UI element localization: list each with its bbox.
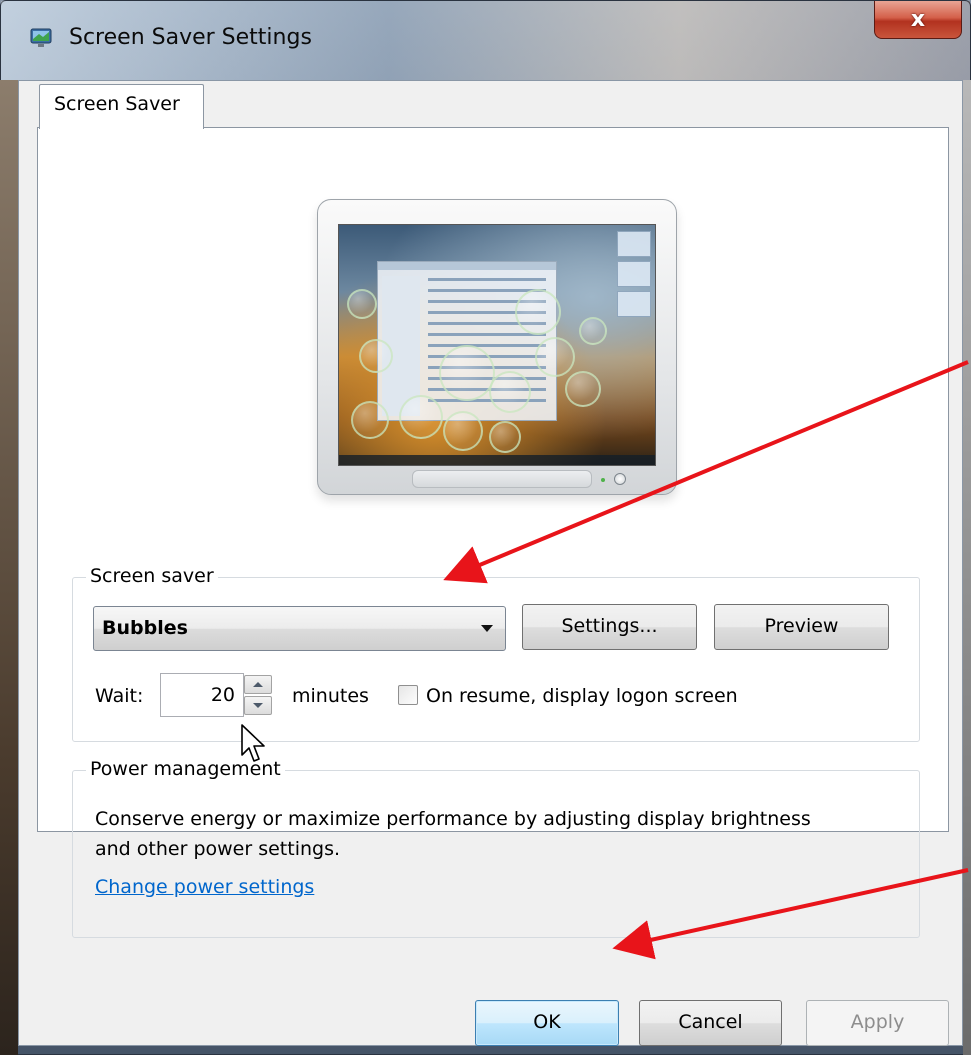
tab-screen-saver[interactable]: Screen Saver [39,84,204,129]
bubble [489,421,521,453]
bubble [399,395,443,439]
bubble [443,411,483,451]
resume-logon-checkbox[interactable] [398,685,418,705]
screen-saver-select[interactable]: Bubbles [93,606,506,651]
bubble [351,401,389,439]
screen-saver-select-value: Bubbles [102,617,188,639]
window-title: Screen Saver Settings [69,25,312,50]
power-description: Conserve energy or maximize performance … [95,808,811,860]
bubble [439,345,495,401]
wait-label: Wait: [95,685,144,707]
preview-monitor [317,199,677,495]
wait-minutes-input[interactable]: 20 [160,673,244,717]
wait-spinner[interactable] [244,675,272,715]
power-indicator-icon [601,478,605,482]
desktop-background-right [963,80,971,1055]
spin-down-icon[interactable] [244,696,272,715]
bubble [579,317,607,345]
bubble [535,337,575,377]
mouse-cursor-icon [241,724,265,762]
close-button[interactable]: x [874,1,962,39]
power-button-icon [614,473,626,485]
preview-taskbar [339,455,655,465]
preview-gadgets [617,231,651,351]
spin-up-icon[interactable] [244,675,272,694]
apply-button[interactable]: Apply [806,1000,949,1046]
bubble [515,289,561,335]
screen-saver-group-label: Screen saver [86,565,218,587]
cancel-button[interactable]: Cancel [639,1000,782,1046]
screen-saver-group [72,577,920,742]
bubble [347,289,377,319]
monitor-bezel-bar [412,470,592,488]
resume-logon-label[interactable]: On resume, display logon screen [426,685,738,707]
display-icon [30,28,52,47]
change-power-settings-link[interactable]: Change power settings [95,876,314,898]
minutes-label: minutes [292,685,369,707]
ok-button[interactable]: OK [475,1000,619,1046]
desktop-background-left [0,80,18,1055]
preview-button[interactable]: Preview [714,604,889,650]
chevron-down-icon [481,625,493,632]
bubble [565,371,601,407]
bubble [359,339,393,373]
preview-screen-image [338,224,656,466]
close-icon: x [910,7,926,32]
title-bar[interactable]: Screen Saver Settings x [1,1,970,81]
settings-button[interactable]: Settings... [522,604,697,650]
bubble [489,371,531,413]
